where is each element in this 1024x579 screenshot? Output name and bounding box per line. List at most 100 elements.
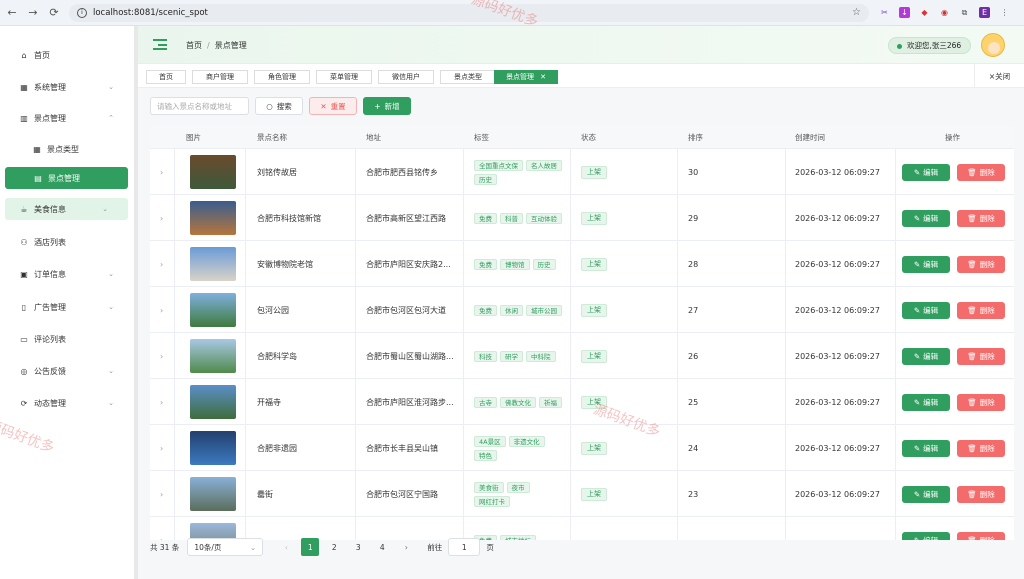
comment-icon: ▭ [20,334,28,344]
sidebar-item-ads[interactable]: ▯ 广告管理 ⌄ [0,296,134,318]
site-info-icon[interactable]: i [77,7,87,18]
tab-wechat-user[interactable]: 微信用户 [378,70,434,84]
edit-button[interactable]: ✎ 编辑 [902,163,950,181]
tag: 城市公园 [526,304,562,316]
extension-camera-icon[interactable]: ◉ [939,7,950,18]
browser-menu-icon[interactable]: ⋮ [999,7,1010,18]
bookmark-star-icon[interactable]: ☆ [852,7,861,18]
sort-value: 29 [688,213,699,223]
status-cell: 上架 [581,149,607,195]
tag: 佛教文化 [500,396,536,408]
add-button[interactable]: + 新增 [363,97,411,115]
trash-icon: 🗑 [967,489,977,499]
edit-icon: ✎ [913,535,921,541]
delete-button[interactable]: 🗑 删除 [957,163,1005,181]
edit-button[interactable]: ✎ 编辑 [902,209,950,227]
reset-button[interactable]: ✕ 重置 [309,97,357,115]
sidebar-item-hotel[interactable]: ⚇ 酒店列表 [0,231,134,253]
expand-row-icon[interactable]: › [160,333,163,379]
goto-page-input[interactable]: 1 [448,538,481,556]
extension-download-icon[interactable]: ↓ [899,7,910,18]
profile-avatar[interactable]: E [979,7,990,18]
top-header: 首页 / 景点管理 欢迎您,张三266 [138,26,1024,64]
page-4[interactable]: 4 [373,538,391,556]
tab-role[interactable]: 角色管理 [254,70,310,84]
tab-home[interactable]: 首页 [146,70,186,84]
sidebar-item-scenic-type[interactable]: ▦ 景点类型 [0,138,134,160]
back-icon[interactable]: ← [3,4,21,22]
expand-row-icon[interactable]: › [160,425,163,471]
delete-button[interactable]: 🗑 删除 [957,393,1005,411]
edit-button[interactable]: ✎ 编辑 [902,485,950,503]
expand-row-icon[interactable]: › [160,149,163,195]
page-1[interactable]: 1 [301,538,320,556]
prev-page-icon[interactable]: ‹ [277,538,295,556]
expand-row-icon[interactable]: › [160,379,163,425]
forward-icon[interactable]: → [24,4,42,22]
reload-icon[interactable]: ⟳ [45,4,63,22]
delete-button[interactable]: 🗑 删除 [957,531,1005,540]
scenic-thumbnail [190,293,236,327]
expand-row-icon[interactable]: › [160,241,163,287]
close-all-button[interactable]: ×关闭 [974,64,1024,88]
breadcrumb-home[interactable]: 首页 [186,41,202,50]
tab-scenic-type[interactable]: 景点类型 [440,70,496,84]
extension-red-icon[interactable]: ◆ [919,7,930,18]
breadcrumb: 首页 / 景点管理 [186,41,247,50]
edit-button[interactable]: ✎ 编辑 [902,255,950,273]
sidebar-item-dynamic[interactable]: ⟳ 动态管理 ⌄ [0,392,134,414]
scenic-address: 合肥市包河区宁国路 [366,489,438,499]
delete-button[interactable]: 🗑 删除 [957,485,1005,503]
chevron-down-icon: ⌄ [102,205,108,213]
page-2[interactable]: 2 [325,538,343,556]
page-suffix: 页 [486,542,494,552]
close-tab-icon[interactable]: ✕ [540,73,546,81]
delete-button[interactable]: 🗑 删除 [957,255,1005,273]
edit-button[interactable]: ✎ 编辑 [902,393,950,411]
sidebar-item-system[interactable]: ▦ 系统管理 ⌄ [0,76,134,98]
close-icon: ✕ [320,101,327,111]
sidebar-item-scenic-manage[interactable]: ▤ 景点管理 [5,167,128,189]
tab-merchant[interactable]: 商户管理 [192,70,248,84]
delete-button[interactable]: 🗑 删除 [957,439,1005,457]
search-button[interactable]: ○ 搜索 [255,97,303,115]
sidebar: ⌂ 首页 ▦ 系统管理 ⌄ ▥ 景点管理 ⌃ ▦ 景点类型 ▤ 景点管理 ☕ 美食信息 ⌄ ⚇ 酒店… [0,26,137,579]
menu-toggle-icon[interactable] [153,39,167,50]
sidebar-item-food[interactable]: ☕ 美食信息 ⌄ [5,198,128,220]
next-page-icon[interactable]: › [397,538,415,556]
sidebar-item-notice[interactable]: ◎ 公告反馈 ⌄ [0,360,134,382]
tab-scenic-manage[interactable]: 景点管理 ✕ [494,70,558,84]
expand-row-icon[interactable]: › [160,471,163,517]
page-size-select[interactable]: 10条/页 ⌄ [187,538,264,556]
tags-cell: 免费 科普 互动体验 [474,195,564,241]
sidebar-item-scenic[interactable]: ▥ 景点管理 ⌃ [0,107,134,129]
expand-row-icon[interactable]: › [160,195,163,241]
tab-menu[interactable]: 菜单管理 [316,70,372,84]
sidebar-item-home[interactable]: ⌂ 首页 [0,44,134,66]
expand-row-icon[interactable]: › [160,517,163,541]
edit-button[interactable]: ✎ 编辑 [902,347,950,365]
delete-button[interactable]: 🗑 删除 [957,347,1005,365]
thumb-cell [190,471,236,517]
edit-button[interactable]: ✎ 编辑 [902,439,950,457]
address-bar[interactable]: i localhost:8081/scenic_spot ☆ [69,3,869,22]
sidebar-item-comments[interactable]: ▭ 评论列表 [0,328,134,350]
search-input[interactable]: 请输入景点名称或地址 [150,97,249,115]
delete-button[interactable]: 🗑 删除 [957,209,1005,227]
status-cell: 上架 [581,333,607,379]
sidebar-item-orders[interactable]: ▣ 订单信息 ⌄ [0,263,134,285]
page-3[interactable]: 3 [349,538,367,556]
scenic-name: 安徽博物院老馆 [257,259,313,269]
actions-cell: ✎ 编辑 🗑 删除 [902,425,1005,471]
edit-button[interactable]: ✎ 编辑 [902,531,950,541]
delete-button[interactable]: 🗑 删除 [957,301,1005,319]
scenic-thumbnail [190,201,236,235]
edit-button[interactable]: ✎ 编辑 [902,301,950,319]
expand-row-icon[interactable]: › [160,287,163,333]
actions-cell: ✎ 编辑 🗑 删除 [902,379,1005,425]
extensions-puzzle-icon[interactable]: ⧉ [959,7,970,18]
user-avatar[interactable] [981,33,1005,57]
extension-scissors-icon[interactable]: ✂ [879,7,890,18]
scenic-address: 合肥市高新区望江西路 [366,213,446,223]
scenic-address: 合肥市庐阳区淮河路步... [366,397,454,407]
